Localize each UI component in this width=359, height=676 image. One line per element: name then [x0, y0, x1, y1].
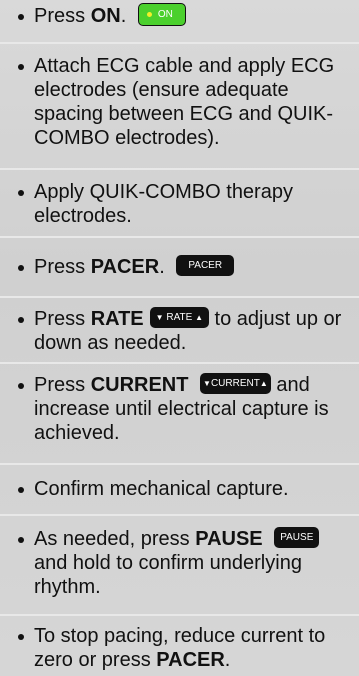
step-keyword: RATE [90, 308, 144, 330]
pause-button-icon: PAUSE [274, 527, 320, 549]
step-text: . [159, 256, 165, 278]
step-keyword: PAUSE [195, 528, 263, 550]
step-text: Confirm mechanical capture. [34, 478, 289, 500]
rate-button-icon: ▼ RATE ▲ [149, 307, 209, 329]
step-stop-pacing: To stop pacing, reduce current to zero o… [0, 624, 359, 672]
bullet [18, 634, 24, 640]
step-press-pacer: Press PACER. PACER [0, 255, 359, 279]
step-confirm-capture: Confirm mechanical capture. [0, 477, 359, 501]
bullet [18, 537, 24, 543]
pacing-instructions: Press ON. ON Attach ECG cable and apply … [0, 0, 359, 676]
step-keyword: ON [90, 5, 121, 27]
on-button-icon: ON [137, 3, 186, 27]
on-button-label: ON [157, 9, 173, 21]
step-text: . [224, 649, 231, 671]
divider [0, 42, 359, 44]
bullet [18, 383, 24, 389]
step-text: Press [34, 308, 91, 330]
pacer-button-icon: PACER [176, 255, 235, 277]
step-text: Apply QUIK-COMBO therapy electrodes. [34, 181, 293, 227]
pause-button-label: PAUSE [280, 532, 314, 544]
current-button-icon: ▼CURRENT▲ [200, 373, 271, 395]
rate-down-arrow-icon: ▼ [155, 313, 164, 323]
step-press-pause: As needed, press PAUSE PAUSE and hold to… [0, 527, 359, 599]
bullet [18, 317, 24, 323]
divider [0, 296, 359, 298]
bullet [18, 14, 24, 20]
step-text: As needed, press [34, 528, 196, 550]
rate-button-label: RATE [166, 312, 193, 324]
divider [0, 362, 359, 364]
step-keyword: PACER [90, 256, 160, 278]
step-text: . [120, 5, 127, 27]
step-text: Press [34, 374, 91, 396]
step-press-current: Press CURRENT ▼CURRENT▲ and increase unt… [0, 373, 359, 445]
bullet [18, 64, 24, 70]
current-down-arrow-icon: ▼ [203, 379, 211, 389]
step-press-rate: Press RATE ▼ RATE ▲ to adjust up or down … [0, 307, 359, 355]
power-led-icon [146, 12, 152, 18]
bullet [18, 265, 24, 271]
step-text: and hold to confirm underlying rhythm. [34, 552, 302, 598]
step-keyword: PACER [156, 649, 225, 671]
step-apply-electrodes: Apply QUIK-COMBO therapy electrodes. [0, 180, 359, 228]
step-attach-ecg: Attach ECG cable and apply ECG electrode… [0, 54, 359, 150]
current-button-label: CURRENT [210, 378, 260, 390]
divider [0, 463, 359, 465]
divider [0, 236, 359, 238]
step-text: Attach ECG cable and apply ECG electrode… [34, 55, 335, 149]
divider [0, 614, 359, 616]
step-text: Press [34, 256, 91, 278]
step-keyword: CURRENT [90, 374, 189, 396]
rate-up-arrow-icon: ▲ [195, 313, 203, 323]
current-up-arrow-icon: ▲ [259, 379, 268, 389]
bullet [18, 190, 24, 196]
divider [0, 168, 359, 170]
bullet [18, 487, 24, 493]
step-press-on: Press ON. ON [0, 3, 359, 28]
pacer-button-label: PACER [188, 260, 223, 272]
step-text: Press [34, 5, 91, 27]
divider [0, 514, 359, 516]
